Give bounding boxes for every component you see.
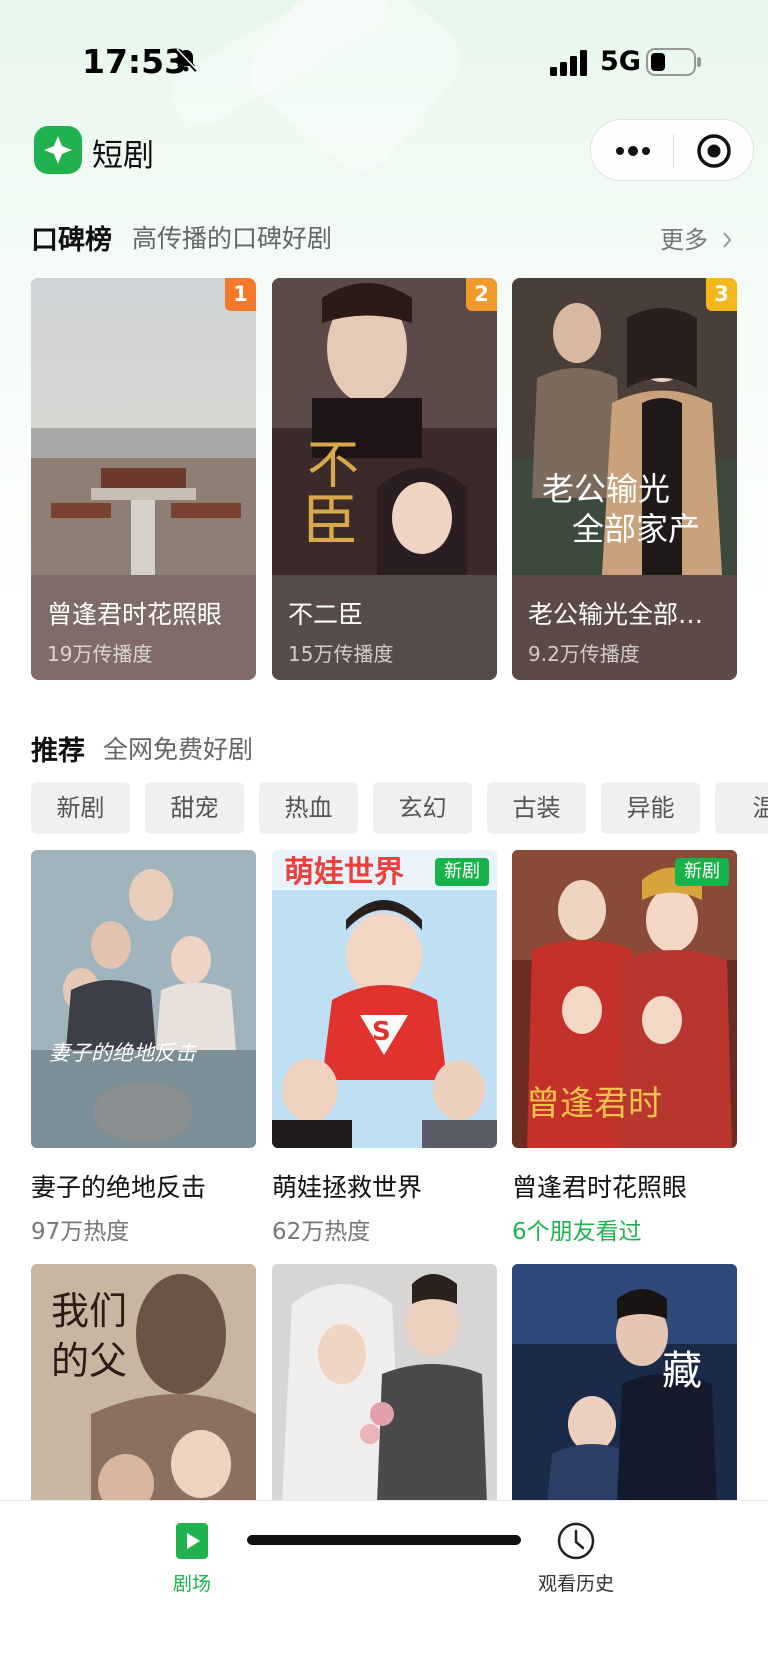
rank-badge: 3 (706, 278, 737, 311)
svg-text:的父: 的父 (51, 1339, 127, 1383)
poster-image: 曾逢君时 (512, 850, 737, 1148)
rank-plays: 15万传播度 (288, 642, 394, 666)
svg-text:臣: 臣 (302, 489, 358, 554)
rank-badge: 1 (225, 278, 256, 311)
chip-fantasy[interactable]: 玄幻 (373, 782, 472, 834)
tab-label: 剧场 (172, 1573, 211, 1595)
friends-watched: 6个朋友看过 (512, 1219, 642, 1245)
bottom-tab-bar: 剧场 观看历史 (0, 1500, 768, 1670)
rank-card-2[interactable]: 不 臣 不二臣 15万传播度 2 (272, 278, 497, 680)
svg-text:妻子的绝地反击: 妻子的绝地反击 (49, 1041, 198, 1065)
chip-warm[interactable]: 温 (715, 782, 768, 834)
poster-image[interactable] (272, 1264, 497, 1504)
status-bar: 17:53 5G (0, 0, 768, 110)
rank-card-3[interactable]: 老公输光 全部家产 老公输光全部家产，我让他继续 9.2万传播度 3 (512, 278, 737, 680)
tab-label: 观看历史 (537, 1573, 614, 1595)
drama-title: 曾逢君时花照眼 (512, 1173, 688, 1202)
close-target-icon[interactable] (695, 132, 733, 170)
chip-costume[interactable]: 古装 (487, 782, 586, 834)
signal-icon (550, 50, 587, 76)
rank-info: 老公输光全部家产，我让他继续 9.2万传播度 (512, 575, 737, 680)
rank-title: 老公输光全部家产，我让他继续 (528, 600, 728, 629)
mini-program-capsule (590, 119, 754, 181)
ranking-more-link[interactable]: 更多 (660, 220, 734, 255)
more-dots-icon[interactable] (613, 138, 653, 164)
tab-theater[interactable]: 剧场 (112, 1521, 272, 1611)
svg-text:全部家产: 全部家产 (572, 510, 700, 548)
poster-image: 不 臣 (272, 278, 497, 575)
poster-image[interactable]: 藏 (512, 1264, 737, 1504)
poster-image: 老公输光 全部家产 (512, 278, 737, 575)
new-tag: 新剧 (675, 858, 729, 886)
new-tag: 新剧 (435, 858, 489, 886)
chip-sweet[interactable]: 甜宠 (145, 782, 244, 834)
svg-text:S: S (372, 1017, 391, 1047)
rank-info: 不二臣 15万传播度 (272, 575, 497, 680)
rank-title: 曾逢君时花照眼 (47, 600, 223, 629)
chip-new[interactable]: 新剧 (31, 782, 130, 834)
app-title: 短剧 (92, 138, 154, 174)
rank-info: 曾逢君时花照眼 19万传播度 (31, 575, 256, 680)
ranking-title: 口碑榜 (31, 225, 112, 256)
recommend-title: 推荐 (31, 736, 85, 767)
drama-title: 妻子的绝地反击 (31, 1173, 207, 1202)
rank-plays: 19万传播度 (47, 642, 153, 666)
drama-title: 萌娃拯救世界 (272, 1173, 423, 1202)
home-indicator (247, 1535, 521, 1545)
svg-text:不: 不 (307, 436, 359, 496)
more-label: 更多 (660, 226, 708, 254)
battery-icon (646, 48, 701, 76)
ranking-subtitle: 高传播的口碑好剧 (132, 224, 333, 253)
tab-history[interactable]: 观看历史 (496, 1521, 656, 1611)
svg-text:老公输光: 老公输光 (542, 470, 670, 508)
clock-icon (557, 1522, 595, 1560)
rank-title: 不二臣 (288, 600, 364, 629)
chip-superpower[interactable]: 异能 (601, 782, 700, 834)
chip-passion[interactable]: 热血 (259, 782, 358, 834)
rank-card-1[interactable]: 曾逢君时花照眼 19万传播度 1 (31, 278, 256, 680)
network-label: 5G (600, 46, 641, 77)
poster-image: 萌娃世界 S (272, 850, 497, 1148)
rank-plays: 9.2万传播度 (528, 642, 640, 666)
drama-meta: 62万热度 (272, 1219, 371, 1245)
poster-image[interactable]: 我们 的父 (31, 1264, 256, 1504)
play-square-icon (176, 1523, 208, 1559)
chevron-right-icon (722, 232, 731, 248)
poster-image (31, 278, 256, 575)
category-chips: 新剧 甜宠 热血 玄幻 古装 异能温 (31, 782, 768, 834)
poster-image: 妻子的绝地反击 (31, 850, 256, 1148)
rank-badge: 2 (466, 278, 497, 311)
svg-text:我们: 我们 (51, 1289, 127, 1333)
svg-text:藏: 藏 (662, 1348, 702, 1394)
bell-muted-icon (175, 48, 198, 72)
app-logo-icon (34, 126, 82, 174)
svg-text:曾逢君时: 曾逢君时 (526, 1084, 662, 1124)
svg-text:萌娃世界: 萌娃世界 (284, 855, 404, 890)
drama-meta: 97万热度 (31, 1219, 130, 1245)
recommend-subtitle: 全网免费好剧 (103, 735, 254, 764)
